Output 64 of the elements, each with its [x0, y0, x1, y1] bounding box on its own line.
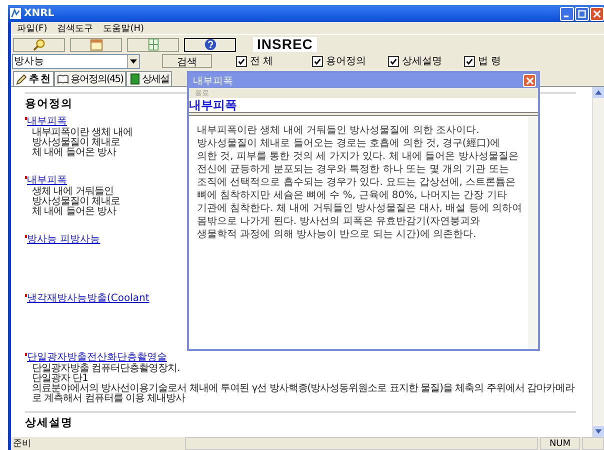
tab[interactable]: 상세설: [126, 71, 172, 86]
calendar-icon: [90, 38, 102, 51]
definition-text: 단일광자방출 컴퓨터단층촬영장치.: [31, 364, 180, 374]
close-button[interactable]: [523, 74, 536, 87]
filter-label: 전 체: [250, 55, 274, 68]
scroll-up-icon[interactable]: [593, 87, 604, 98]
menu-item[interactable]: 도움말(H): [103, 22, 144, 34]
search-icon: [32, 38, 46, 51]
status-pane: [582, 437, 604, 450]
term-link[interactable]: 내부피폭: [27, 116, 67, 128]
popup-heading: 내부피폭: [189, 98, 538, 113]
tab[interactable]: 추 천: [13, 71, 54, 86]
maximize-icon: [578, 10, 586, 18]
book-icon: [57, 73, 70, 85]
bullet-mark: [25, 176, 27, 179]
close-icon: [593, 10, 601, 18]
logo: INSREC: [253, 37, 317, 52]
status-text: 준비: [12, 438, 32, 450]
sheet-icon: [146, 38, 160, 51]
popup-title: 내부피폭: [193, 74, 233, 88]
definition-text: 내부피폭이란 생체 내에: [31, 128, 132, 138]
dropdown-arrow-icon: [130, 58, 137, 64]
definition-text: 체 내에 들어온 방사: [31, 207, 116, 217]
definition-text: 의료분야에서의 방사선이용기술로서 체내에 투여된 γ선 방사핵종(방사성동위원소로 표지한 물질)을 체축의 주위에서 감마카메라로 계측해서 컴퓨터를 이용 체내방사: [31, 384, 576, 404]
bullet-mark: [25, 235, 27, 238]
definition-text: 방사성물질이 체내로: [31, 138, 120, 148]
filter-label: 상세설명: [402, 55, 442, 68]
term-link[interactable]: 내부피폭: [27, 175, 67, 187]
term-link[interactable]: 단일광자방출전산화단층촬영술: [27, 352, 167, 364]
dropdown-button[interactable]: [127, 54, 139, 68]
term-link[interactable]: 냉각재방사능방출(Coolant: [27, 293, 150, 305]
close-button[interactable]: [590, 6, 604, 20]
checkbox[interactable]: [464, 56, 475, 66]
definition-text: 생체 내에 거둬들인: [31, 187, 114, 197]
menu-item[interactable]: 검색도구: [57, 22, 94, 34]
section-heading: 용어정의: [25, 97, 73, 110]
checkbox[interactable]: [312, 56, 323, 66]
menu-item[interactable]: 파일(F): [17, 22, 48, 34]
checkbox[interactable]: [388, 56, 399, 66]
maximize-button[interactable]: [575, 6, 589, 20]
definition-text: 체 내에 들어온 방사: [31, 148, 116, 158]
definition-text: 단일광자 단1: [31, 374, 88, 384]
definition-text: 방사성물질이 체내로: [31, 197, 120, 207]
minimize-button[interactable]: [560, 6, 574, 20]
scroll-down-icon[interactable]: [593, 426, 604, 437]
window-title: XNRL: [24, 8, 56, 19]
term-link[interactable]: 방사능 피방사능: [27, 234, 100, 246]
tab[interactable]: 용어정의(45): [54, 71, 126, 86]
filter-label: 법 령: [478, 55, 502, 68]
search-button[interactable]: 검색: [162, 54, 212, 68]
book-icon: [129, 73, 142, 85]
section-heading: 상세설명: [25, 416, 73, 429]
search-combo-box[interactable]: 방사능: [12, 54, 140, 68]
definition-paragraph: 내부피폭이란 생체 내에 거둬들인 방사성물질에 의한 조사이다. 방사성물질이 체내로 들어오는 경로는 호흡에 의한 것, 경구(經口)에 의한 것, 피부를 통한 것의 세 가지가 있다. 체 내에 들어온 방사성물질은 전신에 균등하게 분포되는 경우와 특정한 하나 또는 몇 개의 기관 또는 조직에 선택적으로 흡수되는 경우가 있다. 요드는 갑상선에, 스트론튬은 뼈에 침착하지만 세슘은 뼈에 수 %, 근육에 80%, 나머지는 간장 기타 기관에 침착한다. 체 내에 거둬들인 방사성물질은 대사, 배설 등에 의하여 몸밖으로 나가게 된다. 방사선의 피폭은 유효반감기(자연붕괴와 생물학적 과정에 의해 방사능이 반으로 되는 시간)에 의존한다.: [196, 124, 523, 242]
bullet-mark: [25, 353, 27, 356]
checkbox[interactable]: [236, 56, 247, 66]
filter-label: 용어정의: [326, 55, 366, 68]
help-icon: [204, 38, 216, 51]
bullet-mark: [25, 117, 27, 120]
toolbar-button[interactable]: [184, 38, 236, 52]
bullet-mark: [25, 294, 27, 297]
close-icon: [526, 76, 534, 84]
app-icon: [10, 8, 21, 19]
status-indicator: NUM: [540, 437, 580, 450]
